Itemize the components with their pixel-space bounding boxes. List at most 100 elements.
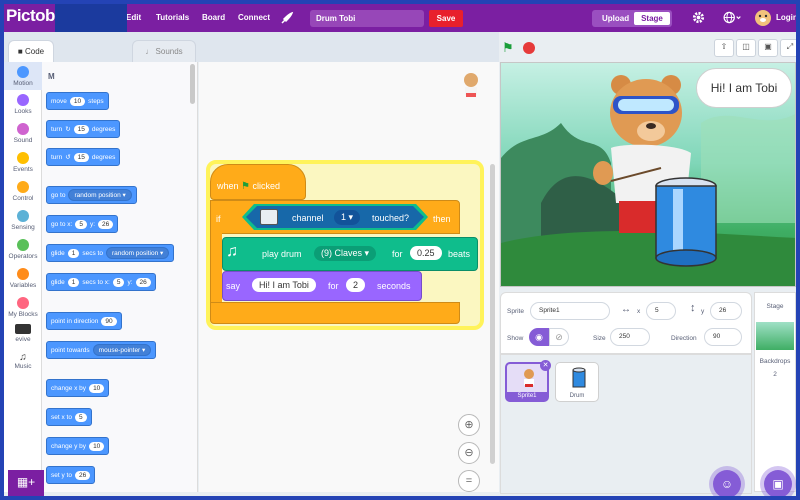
backdrops-count: 2 [773, 371, 777, 378]
size-input[interactable]: 250 [610, 328, 650, 346]
block-turn-right[interactable]: turn ↻ 15 degrees [46, 120, 121, 138]
green-flag-run-icon[interactable]: ⚑ [502, 40, 514, 56]
secs-input[interactable]: 1 [67, 277, 80, 287]
category-motion[interactable]: Motion [4, 62, 42, 90]
sprite-card-sprite1[interactable]: ✕ Sprite1 [505, 360, 551, 402]
drum-sprite[interactable] [655, 177, 717, 267]
stop-icon[interactable] [523, 42, 535, 54]
say-label: say [226, 281, 241, 291]
stage-selector-panel[interactable]: Stage Backdrops 2 [754, 292, 796, 492]
category-variables[interactable]: Variables [4, 268, 42, 289]
block-change-x[interactable]: change x by 10 [46, 379, 110, 397]
x-input[interactable]: 5 [112, 277, 125, 287]
secs-input[interactable]: 1 [67, 248, 80, 258]
degrees-input[interactable]: 15 [73, 152, 89, 162]
rocket-icon[interactable] [280, 11, 294, 28]
degrees-input[interactable]: 15 [73, 124, 89, 134]
show-hidden-button[interactable]: ⊘ [549, 328, 569, 346]
glide-target-dropdown[interactable]: random position ▾ [105, 247, 170, 259]
show-label: Show [507, 335, 524, 342]
when-flag-clicked-block[interactable]: when ⚑ clicked [210, 164, 306, 200]
extension-add-button[interactable]: ▦+ [8, 470, 44, 496]
x-input[interactable]: 5 [75, 219, 87, 229]
fullscreen-button[interactable]: ⤢ [780, 39, 796, 57]
block-set-y[interactable]: set y to 26 [46, 466, 96, 484]
block-turn-left[interactable]: turn ↺ 15 degrees [46, 148, 121, 166]
category-operators[interactable]: Operators [4, 239, 42, 260]
gear-icon[interactable] [692, 11, 705, 27]
category-my-blocks[interactable]: My Blocks [4, 297, 42, 318]
block-change-y[interactable]: change y by 10 [46, 437, 110, 455]
x-position-input[interactable]: 5 [646, 302, 676, 320]
size-label: Size [593, 335, 606, 342]
direction-input[interactable]: 90 [704, 328, 742, 346]
large-stage-button[interactable]: ▣ [758, 39, 778, 57]
app-logo[interactable]: Pictob [6, 6, 55, 26]
category-evive[interactable]: evive [4, 324, 42, 343]
menu-edit[interactable]: Edit [126, 13, 141, 22]
menu-connect[interactable]: Connect [238, 13, 270, 22]
beats-input[interactable]: 0.25 [410, 246, 442, 260]
zoom-out-button[interactable]: ⊖ [458, 442, 480, 464]
add-sprite-button[interactable]: ☺ [713, 470, 741, 496]
globe-icon[interactable] [722, 11, 742, 27]
block-move-steps[interactable]: move 10 steps [46, 92, 109, 110]
delete-sprite-icon[interactable]: ✕ [540, 360, 551, 371]
tab-sounds[interactable]: ♩ Sounds [132, 40, 196, 62]
category-events[interactable]: Events [4, 152, 42, 173]
zoom-in-button[interactable]: ⊕ [458, 414, 480, 436]
show-visible-button[interactable]: ◉ [529, 328, 549, 346]
set-x-input[interactable]: 5 [74, 412, 87, 422]
category-music[interactable]: ♫ Music [4, 352, 42, 370]
steps-input[interactable]: 10 [69, 96, 86, 106]
small-stage-button[interactable]: ◫ [736, 39, 756, 57]
block-go-to[interactable]: go to random position ▾ [46, 186, 137, 204]
project-name-input[interactable]: Drum Tobi [310, 10, 424, 27]
goto-target-dropdown[interactable]: random position ▾ [68, 189, 132, 201]
sprite-name-input[interactable]: Sprite1 [530, 302, 610, 320]
code-icon: ■ [17, 47, 25, 56]
set-y-input[interactable]: 26 [74, 470, 91, 480]
block-point-towards[interactable]: point towards mouse-pointer ▾ [46, 341, 157, 359]
tab-code[interactable]: ■ Code [8, 40, 54, 62]
change-y-input[interactable]: 10 [89, 441, 105, 451]
speaker-icon: ♩ [145, 47, 156, 56]
login-link[interactable]: Login [776, 13, 796, 22]
eye-icon: ◉ [535, 332, 543, 342]
menu-tutorials[interactable]: Tutorials [156, 13, 189, 22]
drum-dropdown[interactable]: (9) Claves ▾ [314, 246, 377, 261]
workspace-scrollbar[interactable] [490, 164, 495, 464]
palette-scrollbar[interactable] [190, 64, 195, 104]
evive-board-icon [260, 209, 278, 225]
sprite-card-drum[interactable]: Drum [555, 362, 599, 402]
upload-mode-button[interactable]: Upload [602, 14, 629, 23]
category-sound[interactable]: Sound [4, 123, 42, 144]
say-message-input[interactable]: Hi! I am Tobi [252, 278, 316, 292]
add-backdrop-button[interactable]: ▣ [764, 470, 792, 496]
block-set-x[interactable]: set x to 5 [46, 408, 92, 426]
direction-input[interactable]: 90 [101, 316, 117, 326]
user-avatar-icon[interactable] [754, 9, 772, 30]
save-button[interactable]: Save [429, 10, 463, 27]
vertical-arrows-icon: ↕ [690, 302, 696, 314]
seconds-input[interactable]: 2 [346, 278, 366, 292]
menu-board[interactable]: Board [202, 13, 225, 22]
y-position-input[interactable]: 26 [710, 302, 742, 320]
say-for-label: for [328, 281, 339, 291]
zoom-reset-button[interactable]: = [458, 470, 480, 492]
category-control[interactable]: Control [4, 181, 42, 202]
block-glide-to-xy[interactable]: glide 1 secs to x: 5 y: 26 [46, 273, 156, 291]
stage-mode-button[interactable]: Stage [634, 12, 670, 25]
horizontal-arrows-icon: ↔ [621, 304, 631, 315]
block-go-to-xy[interactable]: go to x: 5 y: 26 [46, 215, 119, 233]
category-sensing[interactable]: Sensing [4, 210, 42, 231]
block-point-in-direction[interactable]: point in direction 90 [46, 312, 122, 330]
block-glide-to[interactable]: glide 1 secs to random position ▾ [46, 244, 175, 262]
upload-view-button[interactable]: ⇧ [714, 39, 734, 57]
change-x-input[interactable]: 10 [89, 383, 105, 393]
y-input[interactable]: 26 [135, 277, 151, 287]
category-looks[interactable]: Looks [4, 94, 42, 115]
towards-dropdown[interactable]: mouse-pointer ▾ [92, 344, 152, 356]
y-input[interactable]: 26 [98, 219, 114, 229]
channel-dropdown[interactable]: 1 ▾ [334, 210, 361, 225]
